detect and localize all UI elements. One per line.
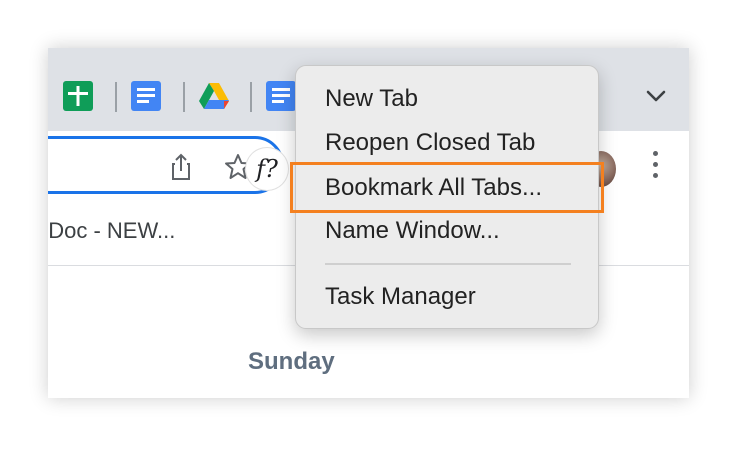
tab-separator [250, 82, 252, 112]
google-docs-tab-icon[interactable] [130, 80, 162, 112]
three-dot-menu-icon[interactable] [648, 151, 662, 183]
share-icon[interactable] [166, 152, 196, 182]
menu-divider [325, 263, 571, 265]
screenshot-stage: f? t Doc - NEW... Sunday New Tab Reopen … [0, 0, 742, 452]
menu-item-reopen-closed-tab[interactable]: Reopen Closed Tab [325, 128, 535, 158]
tab-separator [115, 82, 117, 112]
menu-item-name-window[interactable]: Name Window... [325, 216, 500, 246]
bookmark-item[interactable]: t Doc - NEW... [48, 218, 175, 244]
extension-f-icon[interactable]: f? [246, 148, 288, 190]
menu-item-task-manager[interactable]: Task Manager [325, 282, 476, 312]
calendar-day-label: Sunday [248, 348, 335, 375]
google-sheets-tab-icon[interactable] [62, 80, 94, 112]
menu-item-new-tab[interactable]: New Tab [325, 84, 418, 114]
chevron-down-icon[interactable] [642, 84, 670, 108]
google-drive-tab-icon[interactable] [198, 80, 230, 112]
tab-separator [183, 82, 185, 112]
google-docs-tab-icon[interactable] [265, 80, 297, 112]
highlight-box [290, 162, 604, 213]
